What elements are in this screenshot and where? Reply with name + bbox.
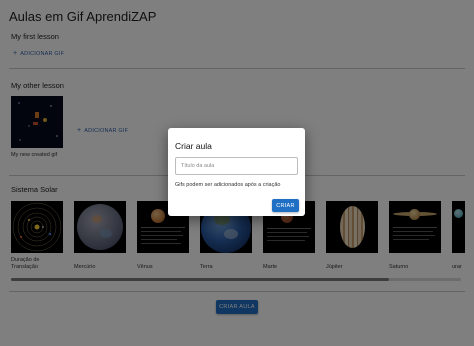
dialog-title: Criar aula — [175, 141, 212, 151]
create-button[interactable]: CRIAR — [272, 199, 299, 212]
lesson-title-input[interactable] — [175, 157, 298, 175]
dialog-note: Gifs podem ser adicionados após a criaçã… — [175, 182, 281, 188]
create-lesson-dialog: Criar aula Gifs podem ser adicionados ap… — [168, 128, 305, 216]
